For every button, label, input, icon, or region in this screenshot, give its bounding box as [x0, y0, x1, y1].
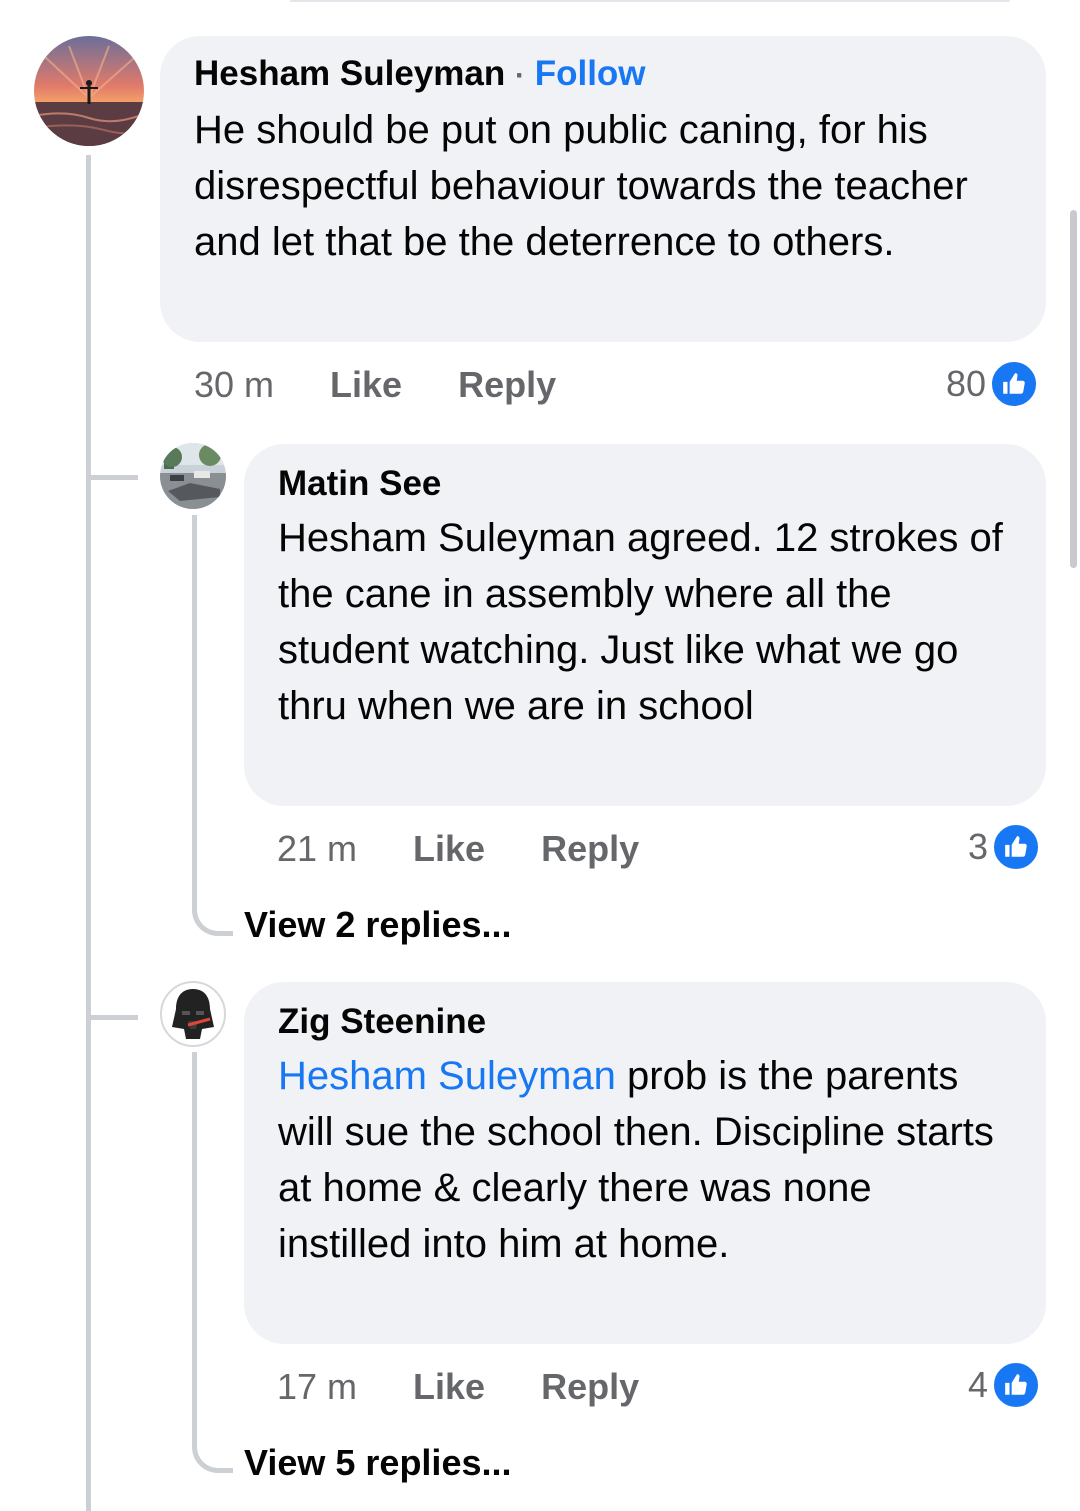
reaction-summary[interactable]: 80 [946, 360, 1039, 408]
thumbs-up-icon [992, 1361, 1041, 1409]
thread-branch-2 [86, 970, 138, 1020]
comment-text: He should be put on public caning, for h… [194, 108, 968, 264]
reply-actions: 17 m Like Reply [277, 1366, 695, 1408]
reply-author[interactable]: Zig Steenine [278, 1002, 1016, 1042]
sunset-photo-avatar[interactable] [34, 36, 144, 146]
sunset-photo-icon [34, 36, 144, 146]
reply-text: Hesham Suleyman agreed. 12 strokes of th… [278, 516, 1003, 728]
view-replies-link[interactable]: View 5 replies... [244, 1442, 512, 1484]
reply-thread-line-1 [192, 515, 233, 936]
thread-line-main [86, 155, 91, 1511]
like-button[interactable]: Like [413, 1366, 485, 1408]
reply-button[interactable]: Reply [541, 1366, 639, 1408]
darth-vader-avatar[interactable] [160, 981, 226, 1047]
separator-dot: · [514, 59, 525, 92]
reaction-summary[interactable]: 3 [968, 823, 1041, 871]
reply-timestamp[interactable]: 21 m [277, 828, 357, 870]
reaction-count: 3 [968, 826, 989, 867]
reply-thread-line-2 [192, 1052, 233, 1473]
comment-bubble: Hesham Suleyman · Follow He should be pu… [160, 36, 1046, 342]
street-photo-avatar[interactable] [160, 443, 226, 509]
reply-bubble: Zig Steenine Hesham Suleyman prob is the… [244, 982, 1046, 1344]
comment-timestamp[interactable]: 30 m [194, 364, 274, 406]
scrollbar-thumb[interactable] [1070, 210, 1077, 568]
reply-bubble: Matin See Hesham Suleyman agreed. 12 str… [244, 444, 1046, 806]
reply-timestamp[interactable]: 17 m [277, 1366, 357, 1408]
comment-author[interactable]: Hesham Suleyman [194, 54, 505, 93]
comment-actions: 30 m Like Reply [194, 364, 612, 406]
reaction-summary[interactable]: 4 [968, 1361, 1041, 1409]
reply-author[interactable]: Matin See [278, 464, 1016, 504]
reply-button[interactable]: Reply [541, 828, 639, 870]
top-divider [290, 0, 1010, 2]
like-button[interactable]: Like [413, 828, 485, 870]
darth-vader-icon [172, 989, 214, 1039]
reply-button[interactable]: Reply [458, 364, 556, 406]
reply-actions: 21 m Like Reply [277, 828, 695, 870]
street-photo-icon [160, 443, 226, 509]
thread-branch-1 [86, 430, 138, 480]
reaction-count: 80 [946, 363, 987, 404]
follow-button[interactable]: Follow [535, 54, 646, 93]
reaction-count: 4 [968, 1364, 989, 1405]
thumbs-up-icon [990, 360, 1039, 408]
view-replies-link[interactable]: View 2 replies... [244, 904, 512, 946]
like-button[interactable]: Like [330, 364, 402, 406]
thumbs-up-icon [992, 823, 1041, 871]
mention-link[interactable]: Hesham Suleyman [278, 1054, 616, 1098]
